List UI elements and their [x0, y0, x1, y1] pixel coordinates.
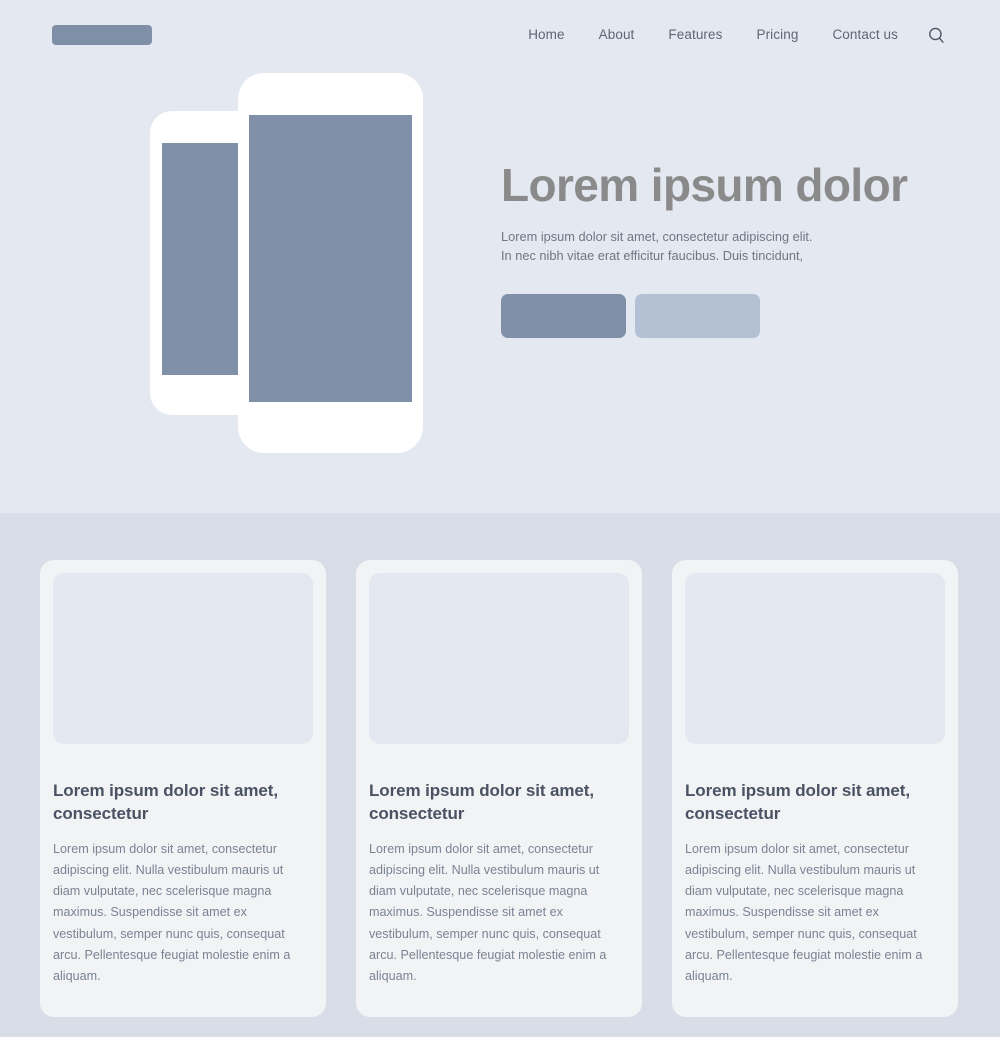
hero-section: Home About Features Pricing Contact us L…	[0, 0, 1000, 513]
hero-subtitle-line-2: In nec nibh vitae erat efficitur faucibu…	[501, 248, 804, 264]
hero-secondary-button[interactable]	[635, 294, 760, 339]
nav-item-contact-us[interactable]: Contact us	[815, 28, 915, 42]
features-section: Lorem ipsum dolor sit amet, consectetur …	[0, 513, 1000, 1037]
card-title: Lorem ipsum dolor sit amet, consectetur	[369, 781, 594, 824]
phone-mockup-group	[0, 0, 500, 513]
card-title: Lorem ipsum dolor sit amet, consectetur	[685, 781, 910, 824]
hero-subtitle-line-1: Lorem ipsum dolor sit amet, consectetur …	[501, 228, 813, 244]
hero-primary-button[interactable]	[501, 294, 626, 339]
hero-title: Lorem ipsum dolor	[501, 159, 908, 211]
feature-card-list: Lorem ipsum dolor sit amet, consectetur …	[40, 560, 960, 1017]
hero-action-buttons	[501, 294, 931, 339]
card-body-text: Lorem ipsum dolor sit amet, consectetur …	[685, 841, 923, 983]
card-image-placeholder	[685, 573, 945, 744]
nav-item-about[interactable]: About	[582, 28, 652, 42]
card-image-placeholder	[369, 573, 629, 744]
hero-content: Lorem ipsum dolor Lorem ipsum dolor sit …	[501, 159, 931, 339]
nav-item-features[interactable]: Features	[651, 28, 739, 42]
phone-screen-front	[249, 115, 412, 402]
card-body-text: Lorem ipsum dolor sit amet, consectetur …	[53, 841, 291, 983]
nav-item-home[interactable]: Home	[511, 28, 581, 42]
phone-mockup-front	[238, 73, 423, 453]
feature-card[interactable]: Lorem ipsum dolor sit amet, consectetur …	[356, 560, 642, 1017]
feature-card[interactable]: Lorem ipsum dolor sit amet, consectetur …	[40, 560, 326, 1017]
card-image-placeholder	[53, 573, 313, 744]
search-icon[interactable]	[924, 23, 948, 47]
feature-card[interactable]: Lorem ipsum dolor sit amet, consectetur …	[672, 560, 958, 1017]
card-body-text: Lorem ipsum dolor sit amet, consectetur …	[369, 841, 607, 983]
hero-subtitle: Lorem ipsum dolor sit amet, consectetur …	[501, 227, 931, 267]
main-navigation: Home About Features Pricing Contact us	[511, 0, 948, 70]
nav-item-pricing[interactable]: Pricing	[739, 28, 815, 42]
card-title: Lorem ipsum dolor sit amet, consectetur	[53, 781, 278, 824]
